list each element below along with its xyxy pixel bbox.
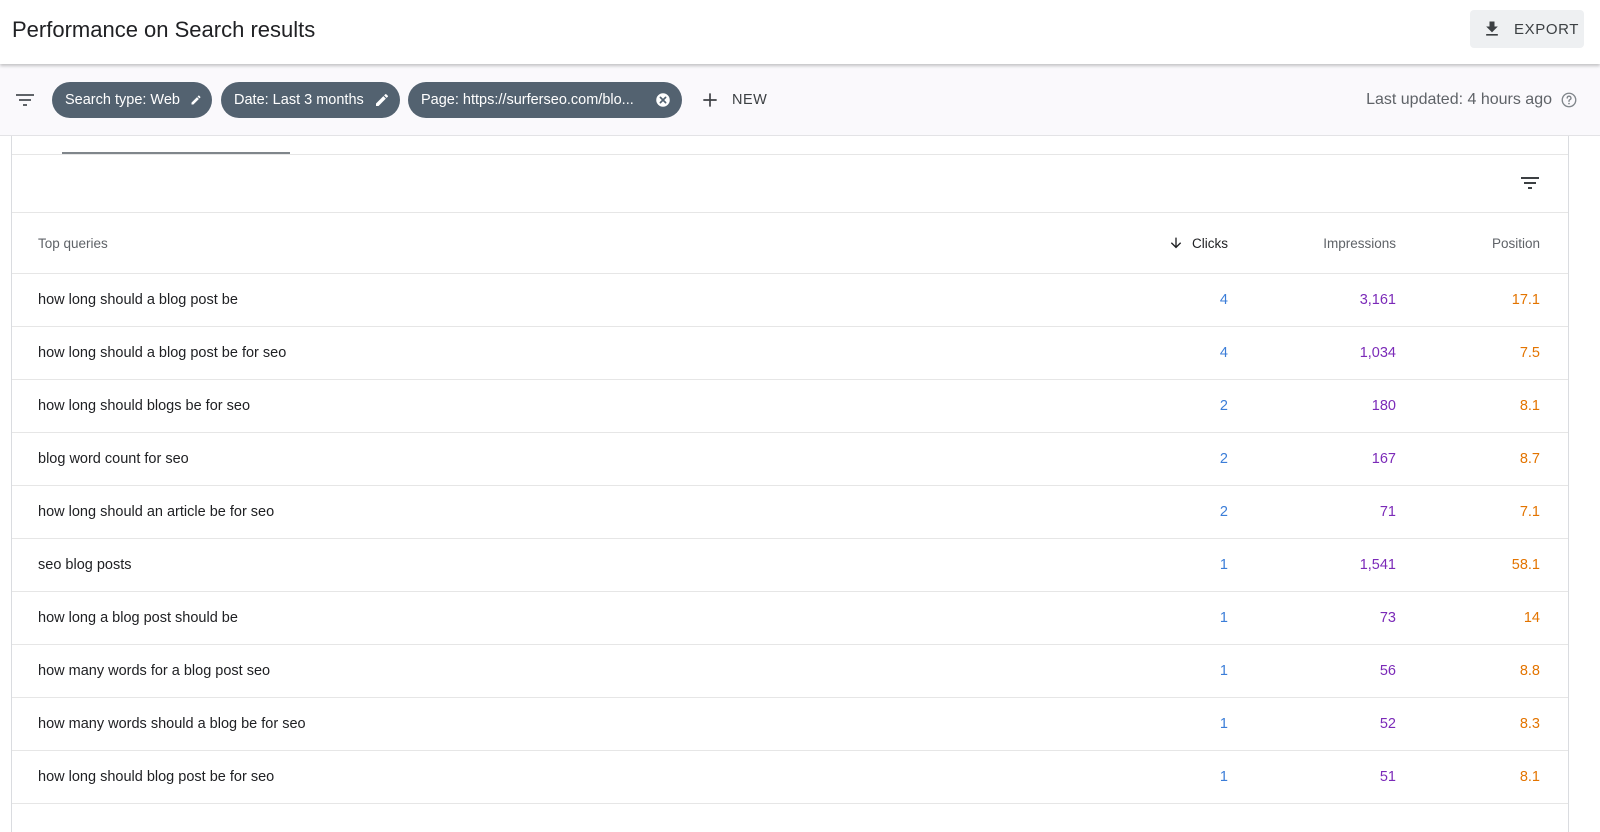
table-body: how long should a blog post be 4 3,161 17.1… xyxy=(12,274,1568,804)
table-row[interactable]: how long should blogs be for seo 2 180 8.1 xyxy=(12,380,1568,433)
query-cell: blog word count for seo xyxy=(38,451,189,467)
new-label: NEW xyxy=(732,92,768,108)
impressions-cell: 73 xyxy=(1379,610,1396,626)
query-cell: seo blog posts xyxy=(38,557,132,573)
table-toolbar xyxy=(12,154,1568,212)
table-row[interactable]: how long should blog post be for seo 1 51 8… xyxy=(12,751,1568,804)
download-icon xyxy=(1486,21,1498,36)
table-row[interactable]: how long a blog post should be 1 73 14 xyxy=(12,592,1568,645)
export-button[interactable]: EXPORT xyxy=(1470,10,1584,48)
impressions-cell: 56 xyxy=(1379,663,1396,679)
clicks-cell: 1 xyxy=(1219,716,1228,732)
position-cell: 17.1 xyxy=(1511,292,1540,308)
query-cell: how long should a blog post be xyxy=(38,292,238,308)
last-updated-text: Last updated: 4 hours ago xyxy=(1366,91,1552,108)
export-label: EXPORT xyxy=(1514,20,1580,38)
query-cell: how many words for a blog post seo xyxy=(38,663,271,679)
impressions-cell: 1,034 xyxy=(1359,345,1396,361)
impressions-cell: 1,541 xyxy=(1359,557,1396,573)
clicks-cell: 4 xyxy=(1219,292,1228,308)
filter-chip-page[interactable]: Page: https://surferseo.com/blo... xyxy=(408,82,682,118)
clicks-cell: 4 xyxy=(1219,345,1228,361)
query-cell: how long a blog post should be xyxy=(38,610,238,626)
table-filter-button[interactable] xyxy=(1516,169,1544,197)
position-cell: 8.8 xyxy=(1519,663,1540,679)
impressions-cell: 52 xyxy=(1379,716,1396,732)
queries-card: Top queries Clicks Impressions Position … xyxy=(11,132,1569,832)
table-row[interactable]: how long should an article be for seo 2 71… xyxy=(12,486,1568,539)
query-cell: how long should blogs be for seo xyxy=(38,398,251,414)
arrow-down-icon xyxy=(1170,237,1182,249)
clicks-cell: 1 xyxy=(1219,557,1228,573)
chip-label: Page: https://surferseo.com/blo... xyxy=(421,92,634,108)
last-updated: Last updated: 4 hours ago xyxy=(1366,88,1578,112)
impressions-cell: 167 xyxy=(1371,451,1396,467)
clicks-cell: 2 xyxy=(1219,451,1228,467)
plus-icon xyxy=(703,93,717,107)
query-cell: how long should an article be for seo xyxy=(38,504,275,520)
position-cell: 58.1 xyxy=(1511,557,1540,573)
position-cell: 7.5 xyxy=(1519,345,1540,361)
header-top-queries[interactable]: Top queries xyxy=(38,213,108,273)
position-cell: 7.1 xyxy=(1519,504,1540,520)
chip-label: Date: Last 3 months xyxy=(234,92,364,108)
position-cell: 14 xyxy=(1523,610,1540,626)
queries-table: Top queries Clicks Impressions Position … xyxy=(12,212,1568,804)
impressions-cell: 180 xyxy=(1371,398,1396,414)
table-row[interactable]: how long should a blog post be for seo 4 1… xyxy=(12,327,1568,380)
clicks-cell: 2 xyxy=(1219,398,1228,414)
table-header: Top queries Clicks Impressions Position xyxy=(12,212,1568,274)
chip-label: Search type: Web xyxy=(65,92,180,108)
page-header: Performance on Search results EXPORT xyxy=(0,0,1600,64)
clicks-cell: 1 xyxy=(1219,663,1228,679)
header-clicks[interactable]: Clicks xyxy=(1168,213,1228,273)
table-row[interactable]: how long should a blog post be 4 3,161 17.1 xyxy=(12,274,1568,327)
close-circle-icon[interactable] xyxy=(654,91,672,109)
table-row[interactable]: blog word count for seo 2 167 8.7 xyxy=(12,433,1568,486)
position-cell: 8.3 xyxy=(1519,716,1540,732)
position-cell: 8.1 xyxy=(1519,398,1540,414)
clicks-cell: 2 xyxy=(1219,504,1228,520)
page-title: Performance on Search results xyxy=(12,17,316,42)
impressions-cell: 51 xyxy=(1379,769,1396,785)
position-cell: 8.1 xyxy=(1519,769,1540,785)
position-cell: 8.7 xyxy=(1519,451,1540,467)
table-row[interactable]: how many words should a blog be for seo 1… xyxy=(12,698,1568,751)
clicks-cell: 1 xyxy=(1219,769,1228,785)
filter-bar: Search type: Web Date: Last 3 months Pag… xyxy=(0,64,1600,136)
filter-menu-button[interactable] xyxy=(12,88,38,112)
clicks-cell: 1 xyxy=(1219,610,1228,626)
filter-list-icon xyxy=(16,94,34,106)
table-row[interactable]: how many words for a blog post seo 1 56 8.8 xyxy=(12,645,1568,698)
query-cell: how long should blog post be for seo xyxy=(38,769,275,785)
edit-icon[interactable] xyxy=(374,92,390,108)
table-row[interactable]: seo blog posts 1 1,541 58.1 xyxy=(12,539,1568,592)
add-filter-button[interactable]: NEW xyxy=(700,88,767,112)
impressions-cell: 71 xyxy=(1379,504,1396,520)
query-cell: how long should a blog post be for seo xyxy=(38,345,287,361)
header-position[interactable]: Position xyxy=(1492,213,1540,273)
edit-icon[interactable] xyxy=(190,92,202,108)
filter-list-icon xyxy=(1521,177,1539,189)
impressions-cell: 3,161 xyxy=(1359,292,1396,308)
filter-chip-date[interactable]: Date: Last 3 months xyxy=(221,82,400,118)
help-icon[interactable] xyxy=(1560,91,1578,109)
header-impressions[interactable]: Impressions xyxy=(1323,213,1396,273)
filter-chip-search-type[interactable]: Search type: Web xyxy=(52,82,212,118)
query-cell: how many words should a blog be for seo xyxy=(38,716,306,732)
header-clicks-label: Clicks xyxy=(1192,235,1228,251)
